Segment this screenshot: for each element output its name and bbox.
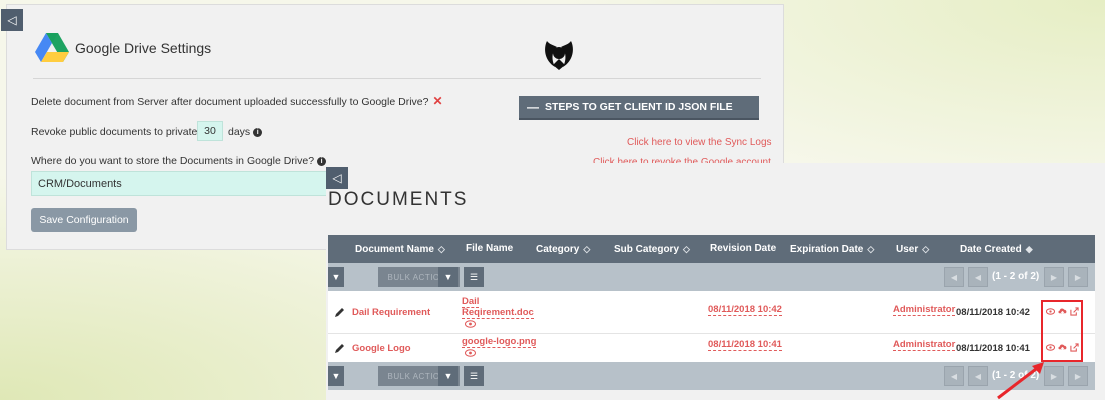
sort-icon: ◇ xyxy=(683,244,690,254)
first-page-icon: ◀ xyxy=(950,371,958,381)
date-created: 08/11/2018 10:42 xyxy=(956,307,1030,318)
collapse-panel-button[interactable]: ◁ xyxy=(1,9,23,31)
revoke-suffix-label: days xyxy=(228,126,251,138)
prev-page-button[interactable]: ◀ xyxy=(968,267,988,287)
revoke-days-input[interactable] xyxy=(197,121,223,141)
document-name-link[interactable]: Dail Requirement xyxy=(352,307,430,318)
list-icon: ☰ xyxy=(469,370,479,381)
column-chooser-button[interactable]: ☰ xyxy=(464,366,484,386)
select-dropdown-button[interactable]: ▼ xyxy=(328,267,344,287)
drive-folder-input[interactable] xyxy=(31,171,337,196)
triangle-left-icon: ◁ xyxy=(7,13,17,27)
col-file-name: File Name xyxy=(466,235,513,263)
filter-icon: ▼ xyxy=(443,272,453,282)
eye-icon[interactable] xyxy=(465,349,476,357)
user-link[interactable]: Administrator xyxy=(893,339,956,351)
last-page-icon: ▶ xyxy=(1074,272,1082,282)
table-toolbar-top: ▼ BULK ACTION▾ ▼ ☰ ◀ ◀ (1 - 2 of 2) ▶ ▶ xyxy=(328,263,1095,291)
chevron-down-icon: ▼ xyxy=(331,272,341,282)
first-page-icon: ◀ xyxy=(950,272,958,282)
next-page-icon: ▶ xyxy=(1050,371,1058,381)
first-page-button[interactable]: ◀ xyxy=(944,267,964,287)
steps-client-id-button[interactable]: — STEPS TO GET CLIENT ID JSON FILE xyxy=(519,96,759,120)
col-user[interactable]: User ◇ xyxy=(896,235,929,263)
x-icon[interactable]: ✕ xyxy=(432,94,442,108)
delete-setting-row: Delete document from Server after docume… xyxy=(31,94,443,108)
revoke-prefix-label: Revoke public documents to private in xyxy=(31,126,209,138)
minus-icon: — xyxy=(527,100,539,114)
col-label: User xyxy=(896,244,919,255)
col-label: Date Created xyxy=(960,244,1022,255)
list-icon: ☰ xyxy=(469,271,479,282)
col-category[interactable]: Category ◇ xyxy=(536,235,590,263)
col-label: Sub Category xyxy=(614,244,680,255)
chevron-down-icon: ▼ xyxy=(331,371,341,381)
col-label: File Name xyxy=(466,243,514,254)
sort-icon: ◆ xyxy=(1025,244,1033,254)
table-toolbar-bottom: ▼ BULK ACTION▾ ▼ ☰ ◀ ◀ (1 - 2 of 2) ▶ ▶ xyxy=(328,362,1095,390)
col-label: Document Name xyxy=(355,244,434,255)
col-revision-date: Revision Date xyxy=(710,235,776,263)
table-row: Dail Requirement Dail Reqirement.doc 08/… xyxy=(328,291,1095,334)
first-page-button[interactable]: ◀ xyxy=(944,366,964,386)
info-icon[interactable]: i xyxy=(317,156,327,166)
col-date-created[interactable]: Date Created ◆ xyxy=(960,235,1033,263)
revision-date-link[interactable]: 08/11/2018 10:42 xyxy=(708,304,782,316)
triangle-left-icon: ◁ xyxy=(332,171,342,185)
settings-title: Google Drive Settings xyxy=(75,40,212,56)
settings-header: Google Drive Settings xyxy=(35,33,211,63)
select-dropdown-button[interactable]: ▼ xyxy=(328,366,344,386)
delete-question-label: Delete document from Server after docume… xyxy=(31,96,429,108)
sort-icon: ◇ xyxy=(922,244,930,254)
steps-label: STEPS TO GET CLIENT ID JSON FILE xyxy=(545,101,733,113)
collapse-panel-button[interactable]: ◁ xyxy=(326,167,348,189)
user-link[interactable]: Administrator xyxy=(893,304,956,316)
pagination-text: (1 - 2 of 2) xyxy=(992,271,1040,282)
save-configuration-button[interactable]: Save Configuration xyxy=(31,208,137,232)
col-sub-category[interactable]: Sub Category ◇ xyxy=(614,235,690,263)
annotation-arrow xyxy=(997,362,1044,400)
date-created: 08/11/2018 10:41 xyxy=(956,343,1030,354)
column-chooser-button[interactable]: ☰ xyxy=(464,267,484,287)
sort-icon: ◇ xyxy=(437,244,445,254)
eye-icon[interactable] xyxy=(465,320,476,328)
file-name-link[interactable]: Reqirement.doc xyxy=(462,307,534,319)
prev-page-icon: ◀ xyxy=(974,272,982,282)
prev-page-icon: ◀ xyxy=(974,371,982,381)
next-page-button[interactable]: ▶ xyxy=(1044,267,1064,287)
file-name-link[interactable]: google-logo.png xyxy=(462,336,537,348)
filter-icon: ▼ xyxy=(443,371,453,381)
filter-button[interactable]: ▼ xyxy=(438,366,458,386)
sort-icon: ◇ xyxy=(867,244,875,254)
revoke-suffix-row: days i xyxy=(228,126,263,138)
settings-divider xyxy=(33,78,761,79)
col-label: Revision Date xyxy=(710,243,777,254)
last-page-icon: ▶ xyxy=(1074,371,1082,381)
pencil-icon[interactable] xyxy=(334,306,346,318)
filter-button[interactable]: ▼ xyxy=(438,267,458,287)
col-label: Category xyxy=(536,244,580,255)
revision-date-link[interactable]: 08/11/2018 10:41 xyxy=(708,339,782,351)
store-question-label: Where do you want to store the Documents… xyxy=(31,155,315,167)
pencil-icon[interactable] xyxy=(334,342,346,354)
sync-logs-link[interactable]: Click here to view the Sync Logs xyxy=(627,137,772,148)
col-label: Expiration Date xyxy=(790,244,864,255)
account-avatar xyxy=(545,41,573,70)
table-row: Google Logo google-logo.png 08/11/2018 1… xyxy=(328,334,1095,365)
prev-page-button[interactable]: ◀ xyxy=(968,366,988,386)
google-drive-icon xyxy=(35,33,69,62)
document-name-link[interactable]: Google Logo xyxy=(352,343,411,354)
next-page-icon: ▶ xyxy=(1050,272,1058,282)
last-page-button[interactable]: ▶ xyxy=(1068,267,1088,287)
store-setting-row: Where do you want to store the Documents… xyxy=(31,155,327,167)
documents-panel: ◁ DOCUMENTS Document Name ◇ File Name Cat… xyxy=(326,163,1105,400)
last-page-button[interactable]: ▶ xyxy=(1068,366,1088,386)
table-header: Document Name ◇ File Name Category ◇ Sub C… xyxy=(328,235,1095,263)
col-expiration-date[interactable]: Expiration Date ◇ xyxy=(790,235,874,263)
info-icon[interactable]: i xyxy=(253,127,263,137)
actions-highlight-box xyxy=(1041,300,1083,362)
documents-title: DOCUMENTS xyxy=(328,189,469,210)
col-document-name[interactable]: Document Name ◇ xyxy=(355,235,445,263)
sort-icon: ◇ xyxy=(583,244,591,254)
